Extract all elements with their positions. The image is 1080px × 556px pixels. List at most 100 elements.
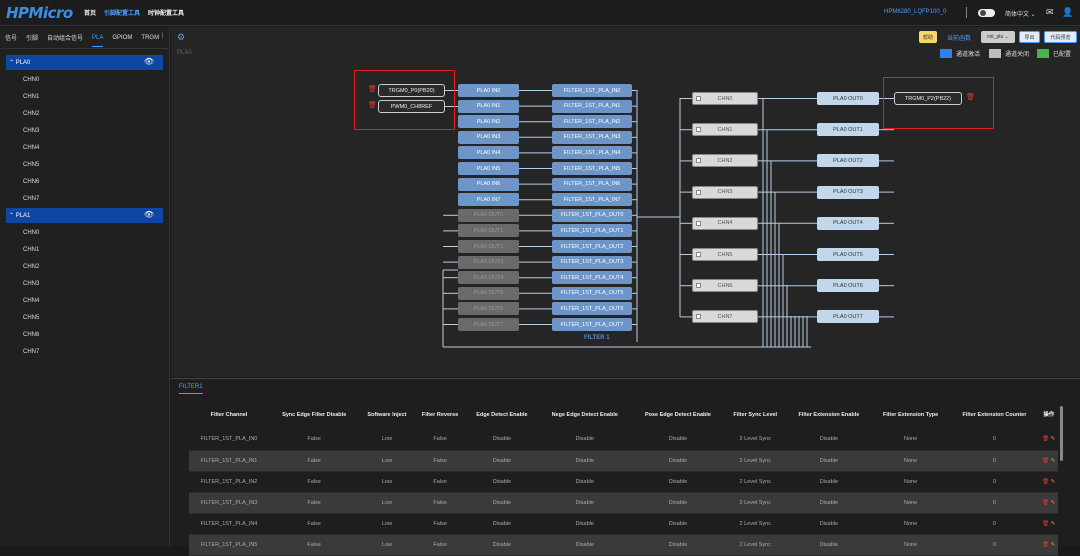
sidebar-channel[interactable]: CHN7 — [23, 196, 39, 202]
table-row[interactable]: FILTER_1ST_PLA_IN1 False Low False Disable Di… — [189, 450, 1058, 472]
tab-pla[interactable]: PLA — [92, 35, 104, 47]
sidebar-channel[interactable]: CHN6 — [23, 179, 39, 185]
scrollbar[interactable] — [1060, 406, 1063, 461]
channel-checkbox[interactable] — [696, 127, 701, 133]
filter-node[interactable]: FILTER_1ST_PLA_OUT0 — [552, 208, 632, 222]
channel-checkbox[interactable] — [696, 283, 701, 289]
output-pin-0[interactable]: TRGM0_P2(PB22) — [894, 92, 962, 105]
sidebar-channel[interactable]: CHN5 — [23, 315, 39, 321]
user-icon[interactable]: 👤 — [1062, 7, 1073, 17]
language-select[interactable]: 简体中文 ⌄ — [1005, 9, 1036, 18]
delete-icon[interactable]: 🗑 — [1042, 521, 1051, 527]
input-node[interactable]: PLA0 OUT4 — [458, 271, 519, 285]
edit-icon[interactable]: ✎ — [1051, 479, 1056, 485]
theme-toggle[interactable] — [978, 9, 995, 17]
sidebar-channel[interactable]: CHN6 — [23, 332, 39, 338]
channel-checkbox[interactable] — [696, 252, 701, 257]
group-pla1[interactable]: ⌃ PLA1 👁 — [6, 208, 163, 223]
tab-auto-signal[interactable]: 自动组合信号 — [47, 33, 83, 42]
tab-gpiom[interactable]: GPIOM — [112, 35, 132, 41]
input-node[interactable]: PLA0 IN2 — [458, 115, 519, 129]
channel-node[interactable]: CHN4 — [692, 216, 758, 230]
nav-pin-config[interactable]: 引脚配置工具 — [104, 8, 140, 17]
input-node[interactable]: PLA0 IN7 — [458, 193, 519, 207]
delete-icon[interactable]: 🗑 — [1042, 479, 1051, 485]
filter-node[interactable]: FILTER_1ST_PLA_OUT3 — [552, 255, 632, 269]
output-node[interactable]: PLA0 OUT0 — [817, 92, 879, 105]
sidebar-channel[interactable]: CHN7 — [23, 349, 39, 355]
filter-node[interactable]: FILTER_1ST_PLA_IN5 — [552, 162, 632, 175]
trash-icon[interactable]: 🗑 — [368, 85, 377, 93]
edit-icon[interactable]: ✎ — [1051, 500, 1056, 506]
function-select[interactable]: init_pla ⌄ — [981, 31, 1015, 43]
filter-node[interactable]: FILTER_1ST_PLA_IN7 — [552, 193, 632, 207]
edit-icon[interactable]: ✎ — [1051, 436, 1056, 442]
input-pin-0[interactable]: TRGM0_P0(PB20) — [378, 84, 445, 97]
output-node[interactable]: PLA0 OUT5 — [817, 248, 879, 261]
trash-icon[interactable]: 🗑 — [966, 93, 975, 101]
sidebar-channel[interactable]: CHN0 — [23, 77, 39, 83]
input-node[interactable]: PLA0 OUT3 — [458, 255, 519, 269]
chip-name[interactable]: HPM6280_LQFP100_0 — [884, 9, 946, 15]
channel-checkbox[interactable] — [696, 189, 701, 195]
tab-pin[interactable]: 引脚 — [26, 33, 38, 42]
input-node[interactable]: PLA0 OUT5 — [458, 286, 519, 300]
sidebar-channel[interactable]: CHN3 — [23, 128, 39, 134]
table-row[interactable]: FILTER_1ST_PLA_IN0 False Low False Disable Di… — [189, 429, 1058, 451]
sidebar-channel[interactable]: CHN5 — [23, 162, 39, 168]
input-node[interactable]: PLA0 IN1 — [458, 99, 519, 113]
channel-node[interactable]: CHN2 — [692, 154, 758, 168]
edit-icon[interactable]: ✎ — [1051, 521, 1056, 527]
channel-checkbox[interactable] — [696, 96, 701, 101]
input-node[interactable]: PLA0 OUT1 — [458, 224, 519, 238]
sidebar-channel[interactable]: CHN4 — [23, 145, 39, 151]
input-node[interactable]: PLA0 OUT7 — [458, 318, 519, 331]
delete-icon[interactable]: 🗑 — [1042, 542, 1051, 548]
filter-node[interactable]: FILTER_1ST_PLA_OUT5 — [552, 286, 632, 300]
sidebar-channel[interactable]: CHN0 — [23, 230, 39, 236]
code-preview-button[interactable]: 代码预览 — [1044, 31, 1077, 43]
trash-icon[interactable]: 🗑 — [368, 101, 377, 109]
output-node[interactable]: PLA0 OUT3 — [817, 185, 879, 199]
filter-node[interactable]: FILTER_1ST_PLA_OUT6 — [552, 302, 632, 316]
channel-checkbox[interactable] — [696, 158, 701, 164]
output-node[interactable]: PLA0 OUT1 — [817, 123, 879, 137]
sidebar-channel[interactable]: CHN2 — [23, 111, 39, 117]
output-node[interactable]: PLA0 OUT4 — [817, 216, 879, 230]
table-row[interactable]: FILTER_1ST_PLA_IN5 False Low False Disable Di… — [189, 534, 1058, 556]
sidebar-channel[interactable]: CHN4 — [23, 298, 39, 304]
channel-node[interactable]: CHN1 — [692, 123, 758, 137]
input-pin-1[interactable]: PWM0_CH8REF — [378, 100, 445, 113]
input-node[interactable]: PLA0 OUT0 — [458, 208, 519, 222]
eye-icon[interactable]: 👁 — [144, 210, 154, 219]
collapse-icon[interactable]: | — [162, 33, 164, 39]
mail-icon[interactable]: ✉ — [1046, 7, 1054, 17]
filter-node[interactable]: FILTER_1ST_PLA_IN6 — [552, 177, 632, 191]
tab-filter1[interactable]: FILTER1 — [179, 384, 203, 390]
nav-home[interactable]: 首页 — [84, 8, 96, 17]
filter-node[interactable]: FILTER_1ST_PLA_IN1 — [552, 99, 632, 113]
group-pla0[interactable]: ⌃ PLA0 👁 — [6, 55, 163, 70]
channel-checkbox[interactable] — [696, 314, 701, 320]
sidebar-channel[interactable]: CHN1 — [23, 94, 39, 100]
filter-node[interactable]: FILTER_1ST_PLA_OUT2 — [552, 240, 632, 253]
input-node[interactable]: PLA0 IN5 — [458, 162, 519, 175]
delete-icon[interactable]: 🗑 — [1042, 458, 1051, 464]
sidebar-channel[interactable]: CHN1 — [23, 247, 39, 253]
input-node[interactable]: PLA0 IN0 — [458, 84, 519, 97]
filter-node[interactable]: FILTER_1ST_PLA_OUT4 — [552, 271, 632, 285]
edit-icon[interactable]: ✎ — [1051, 542, 1056, 548]
sidebar-channel[interactable]: CHN2 — [23, 264, 39, 270]
edit-icon[interactable]: ✎ — [1051, 458, 1056, 464]
export-button[interactable]: 导出 — [1019, 31, 1040, 43]
table-row[interactable]: FILTER_1ST_PLA_IN2 False Low False Disable Di… — [189, 471, 1058, 493]
channel-checkbox[interactable] — [696, 220, 701, 226]
channel-node[interactable]: CHN0 — [692, 92, 758, 105]
filter-node[interactable]: FILTER_1ST_PLA_IN4 — [552, 146, 632, 160]
channel-node[interactable]: CHN6 — [692, 279, 758, 293]
input-node[interactable]: PLA0 IN4 — [458, 146, 519, 160]
output-node[interactable]: PLA0 OUT6 — [817, 279, 879, 293]
help-button[interactable]: 帮助 — [919, 31, 937, 43]
tab-trgm[interactable]: TRGM — [141, 35, 159, 41]
delete-icon[interactable]: 🗑 — [1042, 436, 1051, 442]
